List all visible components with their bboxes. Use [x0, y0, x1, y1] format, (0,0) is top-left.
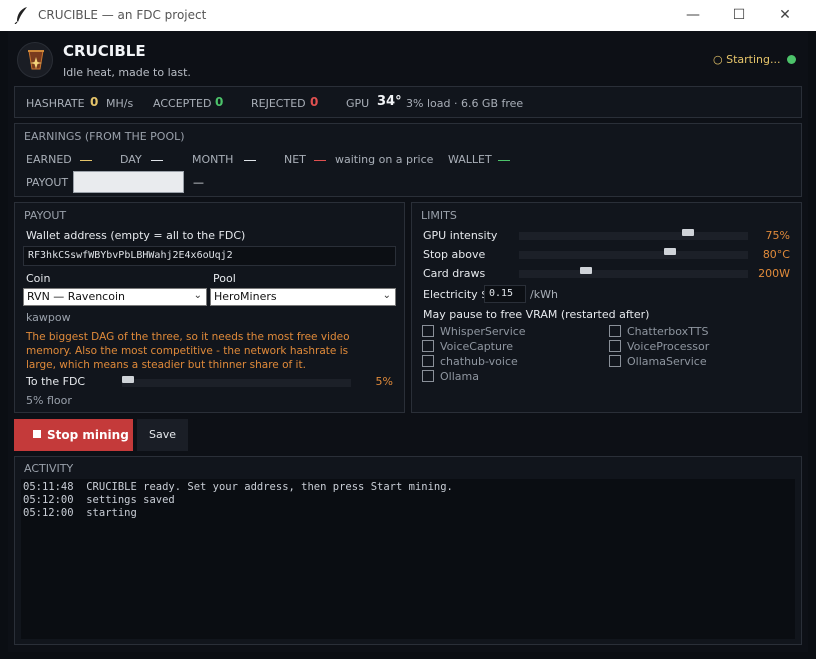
hashrate-value: 0: [90, 95, 99, 109]
chevron-down-icon: ⌄: [193, 290, 202, 301]
service-voicecapture[interactable]: VoiceCapture: [440, 340, 513, 353]
card-draws-slider[interactable]: [519, 267, 748, 278]
wallet-label: WALLET: [448, 153, 492, 166]
checkbox[interactable]: [422, 370, 434, 382]
payout-title: PAYOUT: [24, 209, 67, 222]
payout-label: PAYOUT: [26, 176, 69, 189]
coin-select-value: RVN — Ravencoin: [27, 290, 125, 303]
earned-label: EARNED: [26, 153, 72, 166]
stop-mining-button[interactable]: Stop mining: [14, 419, 133, 451]
maximize-button[interactable]: ☐: [716, 0, 762, 31]
pause-services-label: May pause to free VRAM (restarted after): [423, 308, 650, 321]
electricity-unit: /kWh: [530, 288, 558, 301]
window-title: CRUCIBLE — an FDC project: [38, 8, 207, 22]
pool-select-value: HeroMiners: [214, 290, 277, 303]
electricity-label: Electricity $: [423, 288, 489, 301]
log-entry: 05:12:00 settings saved: [23, 494, 175, 506]
service-chathub-voice[interactable]: chathub-voice: [440, 355, 518, 368]
coin-description: The biggest DAG of the three, so it need…: [26, 331, 350, 371]
net-value: [314, 160, 326, 161]
activity-title: ACTIVITY: [24, 462, 74, 475]
day-label: DAY: [120, 153, 142, 166]
pool-select[interactable]: HeroMiners ⌄: [210, 288, 396, 306]
limits-title: LIMITS: [421, 209, 457, 222]
payout-field[interactable]: [73, 171, 184, 193]
gpu-intensity-slider[interactable]: [519, 229, 748, 240]
card-draws-label: Card draws: [423, 267, 486, 280]
stop-above-label: Stop above: [423, 248, 486, 261]
feather-icon: [14, 7, 27, 24]
net-text: waiting on a price: [335, 153, 434, 166]
minimize-button[interactable]: —: [670, 0, 716, 31]
algorithm-label: kawpow: [26, 311, 71, 324]
payout-suffix: —: [193, 176, 204, 189]
status-indicator-icon: [787, 55, 796, 64]
status-text: ○ Starting...: [713, 53, 781, 66]
service-ollamaservice[interactable]: OllamaService: [627, 355, 707, 368]
accepted-label: ACCEPTED: [153, 97, 212, 110]
month-label: MONTH: [192, 153, 234, 166]
slider-handle[interactable]: [682, 229, 694, 236]
electricity-price-input[interactable]: 0.15: [484, 285, 526, 303]
stop-above-slider[interactable]: [519, 248, 748, 259]
gpu-intensity-label: GPU intensity: [423, 229, 498, 242]
fdc-share-label: To the FDC: [26, 375, 86, 388]
rejected-value: 0: [310, 95, 319, 109]
earnings-panel: EARNINGS (FROM THE POOL) EARNED DAY MONT…: [14, 123, 802, 197]
hashrate-unit: MH/s: [106, 97, 134, 110]
fdc-share-value: 5%: [375, 375, 393, 388]
save-button[interactable]: Save: [137, 419, 188, 451]
service-voiceprocessor[interactable]: VoiceProcessor: [627, 340, 709, 353]
fdc-share-slider[interactable]: [122, 376, 351, 387]
month-value: [244, 160, 256, 161]
fdc-floor-label: 5% floor: [26, 394, 72, 407]
stats-bar: HASHRATE 0 MH/s ACCEPTED 0 REJECTED 0 GP…: [14, 86, 802, 118]
checkbox[interactable]: [422, 325, 434, 337]
app-name: CRUCIBLE: [63, 42, 146, 60]
gpu-intensity-value: 75%: [765, 229, 790, 242]
coin-select[interactable]: RVN — Ravencoin ⌄: [23, 288, 207, 306]
service-whisperservice[interactable]: WhisperService: [440, 325, 526, 338]
hashrate-label: HASHRATE: [26, 97, 85, 110]
tagline: Idle heat, made to last.: [63, 66, 191, 79]
log-entry: 05:12:00 starting: [23, 507, 137, 519]
activity-log[interactable]: 05:11:48 CRUCIBLE ready. Set your addres…: [21, 479, 795, 639]
checkbox[interactable]: [422, 355, 434, 367]
crucible-logo-icon: [17, 42, 53, 78]
coin-label: Coin: [26, 272, 51, 285]
slider-handle[interactable]: [664, 248, 676, 255]
title-bar: CRUCIBLE — an FDC project — ☐ ✕: [0, 0, 816, 31]
wallet-address-label: Wallet address (empty = all to the FDC): [26, 229, 246, 242]
accepted-value: 0: [215, 95, 224, 109]
checkbox[interactable]: [609, 325, 621, 337]
checkbox[interactable]: [609, 355, 621, 367]
slider-handle[interactable]: [580, 267, 592, 274]
service-chatterboxtts[interactable]: ChatterboxTTS: [627, 325, 708, 338]
gpu-temp: 34°: [377, 94, 402, 109]
service-ollama[interactable]: Ollama: [440, 370, 479, 383]
earnings-title: EARNINGS (FROM THE POOL): [24, 130, 185, 143]
wallet-value: [498, 160, 510, 161]
gpu-label: GPU: [346, 97, 370, 110]
stop-above-value: 80°C: [762, 248, 790, 261]
slider-handle[interactable]: [122, 376, 134, 383]
day-value: [151, 160, 163, 161]
pool-label: Pool: [213, 272, 236, 285]
net-label: NET: [284, 153, 306, 166]
limits-panel: LIMITS GPU intensity 75% Stop above 80°C…: [411, 202, 802, 413]
rejected-label: REJECTED: [251, 97, 306, 110]
earned-value: [80, 160, 92, 161]
gpu-detail: 3% load · 6.6 GB free: [406, 97, 524, 110]
checkbox[interactable]: [609, 340, 621, 352]
chevron-down-icon: ⌄: [382, 290, 391, 301]
payout-panel: PAYOUT Wallet address (empty = all to th…: [14, 202, 405, 413]
log-entry: 05:11:48 CRUCIBLE ready. Set your addres…: [23, 481, 453, 493]
stop-mining-label: Stop mining: [47, 428, 129, 442]
wallet-address-input[interactable]: RF3hkCSswfWBYbvPbLBHWahj2E4x6oUqj2: [23, 246, 396, 266]
stop-icon: [33, 430, 41, 438]
card-draws-value: 200W: [758, 267, 790, 280]
close-button[interactable]: ✕: [762, 0, 808, 31]
checkbox[interactable]: [422, 340, 434, 352]
